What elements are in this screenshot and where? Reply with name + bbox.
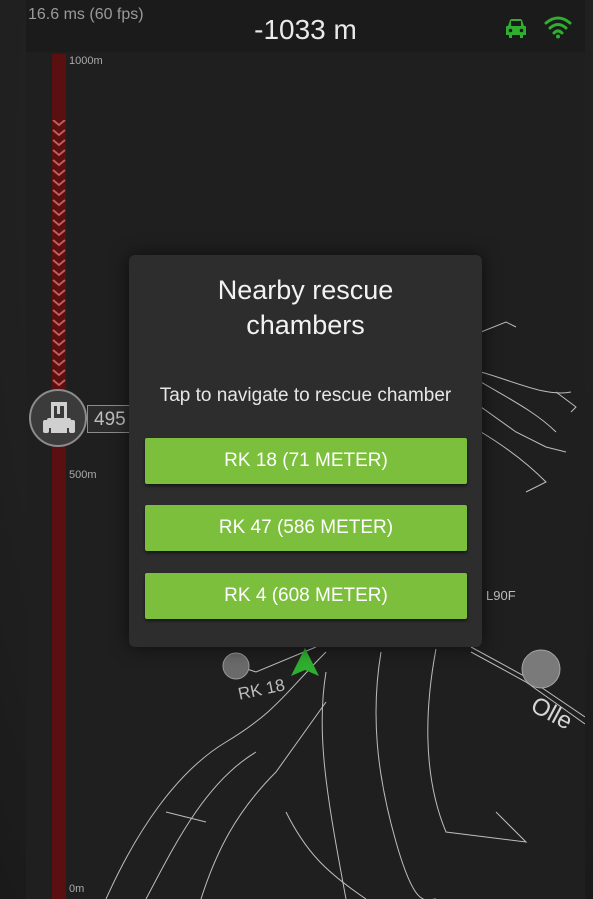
depth-label-bottom: 0m: [69, 883, 85, 895]
depth-label-middle: 500m: [69, 469, 97, 481]
dialog-subtitle: Tap to navigate to rescue chamber: [159, 385, 452, 406]
tunnel-line: [480, 431, 547, 493]
tunnel-line: [555, 391, 577, 413]
tunnel-line: [375, 651, 436, 899]
tunnel-label: L90F: [486, 588, 516, 603]
wifi-icon: [544, 15, 572, 44]
vehicle-position-marker[interactable]: [29, 389, 87, 447]
rescue-chamber-dialog: Nearby rescue chambers Tap to navigate t…: [129, 255, 482, 647]
rescue-chamber-marker[interactable]: [222, 652, 250, 680]
car-icon: [504, 17, 528, 44]
tunnel-line: [200, 701, 327, 899]
tunnel-line: [480, 381, 557, 433]
depth-label-top: 1000m: [69, 55, 103, 67]
rescue-chamber-marker[interactable]: [521, 649, 561, 689]
navigation-arrow-icon: [291, 648, 319, 676]
app-screen: RK 18 L90F Olle 1000m 500m 0m 16.6 ms (6…: [26, 0, 585, 899]
tunnel-line: [285, 811, 367, 899]
tunnel-line: [145, 751, 257, 899]
status-bar: 16.6 ms (60 fps) -1033 m: [26, 0, 585, 52]
loader-vehicle-icon: [43, 402, 75, 433]
rescue-chamber-option-rk4[interactable]: RK 4 (608 METER): [145, 573, 467, 619]
tunnel-line: [105, 651, 327, 899]
dialog-title: Nearby rescue chambers: [217, 275, 394, 340]
rescue-chamber-option-rk47[interactable]: RK 47 (586 METER): [145, 505, 467, 551]
tunnel-line: [165, 811, 207, 823]
current-depth: -1033 m: [254, 14, 357, 45]
depth-progress-chevrons: [52, 120, 66, 387]
rescue-chamber-option-rk18[interactable]: RK 18 (71 METER): [145, 438, 467, 484]
tunnel-line: [321, 671, 347, 899]
tunnel-line: [427, 648, 528, 843]
tunnel-line: [480, 321, 517, 333]
